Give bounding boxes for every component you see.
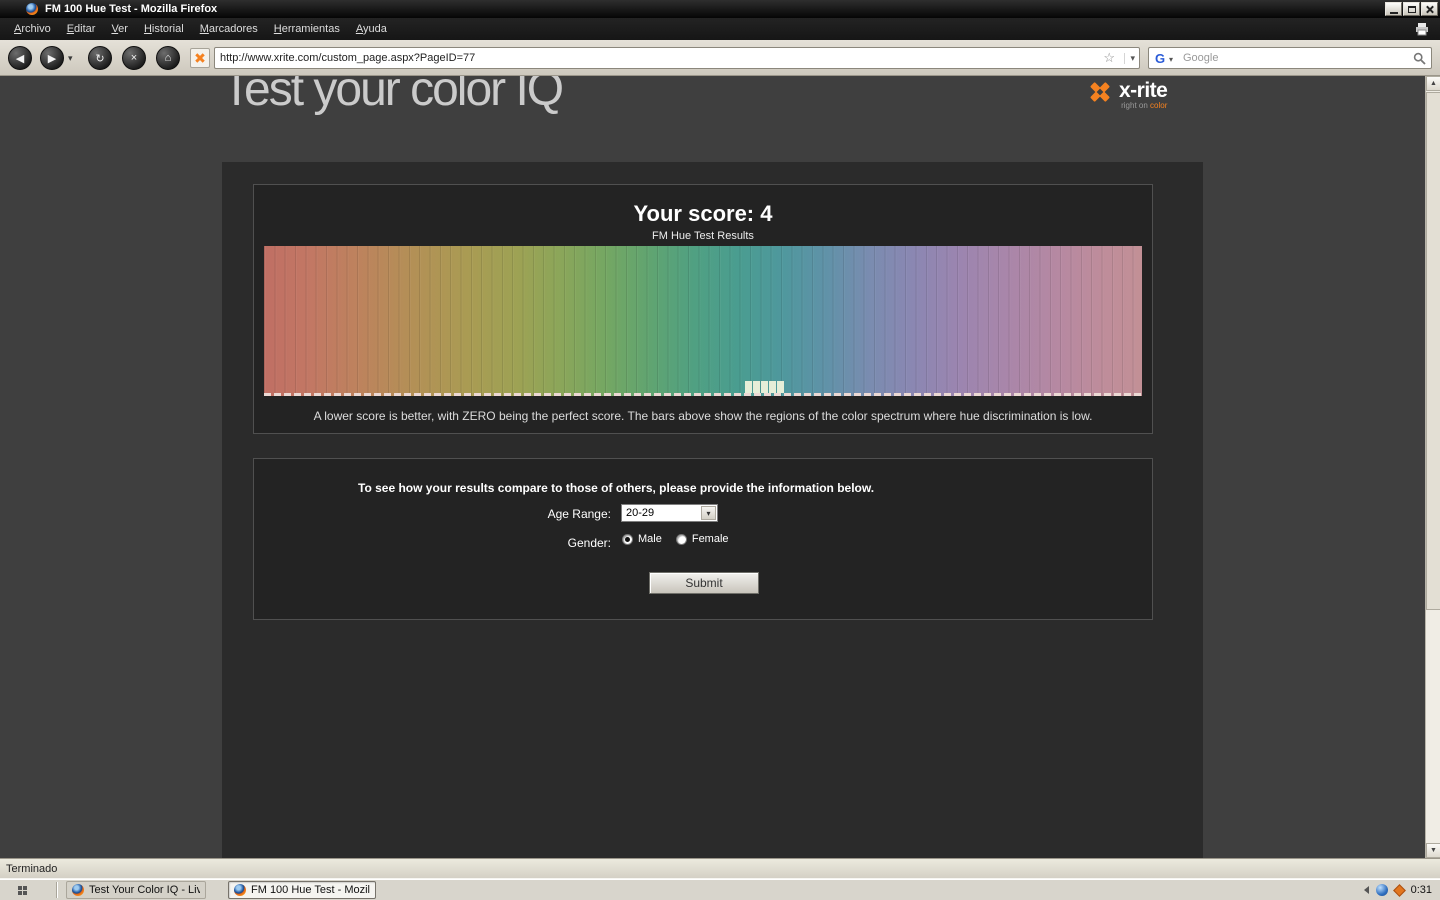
error-bar bbox=[745, 381, 753, 393]
spectrum-cap-strips bbox=[264, 246, 1142, 396]
task-button-0[interactable]: Test Your Color IQ - Live ... bbox=[66, 881, 206, 899]
site-favicon bbox=[195, 53, 205, 63]
taskbar-separator bbox=[56, 882, 57, 898]
forward-history-caret[interactable]: ▾ bbox=[68, 53, 73, 64]
gender-label: Gender: bbox=[567, 536, 611, 550]
scroll-up-button[interactable]: ▲ bbox=[1426, 76, 1440, 91]
xrite-logo-text: x-rite right on color bbox=[1119, 78, 1168, 110]
stop-button[interactable]: × bbox=[122, 46, 146, 70]
status-bar: Terminado bbox=[0, 858, 1440, 878]
form-intro-text: To see how your results compare to those… bbox=[358, 481, 875, 495]
window-title: FM 100 Hue Test - Mozilla Firefox bbox=[45, 3, 218, 15]
age-select-caret-icon[interactable]: ▾ bbox=[701, 506, 716, 520]
back-icon: ◀ bbox=[15, 52, 25, 65]
reload-icon: ↻ bbox=[95, 52, 105, 65]
score-heading: Your score: 4 bbox=[633, 201, 773, 226]
female-label: Female bbox=[691, 533, 729, 545]
home-icon: ⌂ bbox=[164, 52, 172, 64]
reload-button[interactable]: ↻ bbox=[88, 46, 112, 70]
xrite-logo-icon bbox=[1087, 79, 1113, 110]
menu-editar[interactable]: Editar bbox=[59, 20, 104, 38]
home-button[interactable]: ⌂ bbox=[156, 46, 180, 70]
window-titlebar: FM 100 Hue Test - Mozilla Firefox bbox=[0, 0, 1440, 18]
xrite-tagline: right on color bbox=[1121, 100, 1168, 110]
minimize-icon bbox=[1389, 11, 1398, 14]
age-range-value: 20-29 bbox=[626, 507, 655, 519]
task-label: Test Your Color IQ - Live ... bbox=[89, 884, 200, 896]
firefox-icon bbox=[72, 884, 84, 896]
url-dropdown-caret[interactable]: ▾ bbox=[1124, 53, 1135, 64]
age-range-label: Age Range: bbox=[547, 507, 611, 521]
forward-button[interactable]: ▶ bbox=[40, 46, 64, 70]
spectrum-baseline-dashes bbox=[264, 393, 1142, 396]
maximize-button[interactable] bbox=[1403, 2, 1420, 16]
taskbar: Test Your Color IQ - Live ... FM 100 Hue… bbox=[0, 878, 1440, 900]
scroll-down-button[interactable]: ▼ bbox=[1426, 843, 1440, 858]
forward-icon: ▶ bbox=[47, 52, 57, 65]
menu-marcadores[interactable]: Marcadores bbox=[192, 20, 266, 38]
browser-viewport: Test your color IQ x-rite right on color bbox=[0, 76, 1440, 858]
radio-male[interactable] bbox=[622, 533, 633, 545]
menu-herramientas[interactable]: Herramientas bbox=[266, 20, 348, 38]
url-bar: ☆ ▾ bbox=[214, 47, 1140, 69]
minimize-button[interactable] bbox=[1385, 2, 1402, 16]
task-button-1[interactable]: FM 100 Hue Test - Mozil... bbox=[228, 881, 376, 899]
bookmark-star-icon[interactable]: ☆ bbox=[1103, 50, 1115, 66]
vertical-scrollbar: ▲ ▼ bbox=[1425, 76, 1440, 858]
desktop-screen: FM 100 Hue Test - Mozilla Firefox Archiv… bbox=[0, 0, 1440, 900]
window-controls bbox=[1385, 2, 1438, 16]
quick-launch-icon[interactable] bbox=[18, 886, 28, 895]
back-button[interactable]: ◀ bbox=[8, 46, 32, 70]
firefox-icon bbox=[26, 3, 38, 15]
score-subtitle: FM Hue Test Results bbox=[652, 230, 754, 242]
male-label: Male bbox=[638, 533, 662, 545]
search-engine-caret[interactable]: ▾ bbox=[1169, 55, 1173, 64]
demographics-panel: To see how your results compare to those… bbox=[253, 458, 1153, 620]
tray-expand-icon[interactable] bbox=[1363, 886, 1369, 894]
status-text: Terminado bbox=[6, 862, 58, 875]
url-input[interactable] bbox=[220, 49, 1090, 67]
score-panel: Your score: 4 FM Hue Test Results A lowe… bbox=[253, 184, 1153, 434]
search-icon[interactable] bbox=[1413, 52, 1426, 70]
spectrum-bar bbox=[264, 246, 1142, 396]
content-column: Your score: 4 FM Hue Test Results A lowe… bbox=[222, 162, 1203, 858]
stop-icon: × bbox=[130, 52, 138, 64]
maximize-icon bbox=[1407, 5, 1416, 13]
submit-button[interactable]: Submit bbox=[649, 572, 759, 594]
site-identity-icon[interactable] bbox=[190, 48, 210, 68]
page-title: Test your color IQ bbox=[222, 76, 564, 116]
tray-icon-blue-orb[interactable] bbox=[1375, 884, 1388, 896]
navigation-toolbar: ◀ ▶ ▾ ↻ × ⌂ ☆ ▾ G ▾ bbox=[0, 40, 1440, 76]
age-range-select[interactable]: 20-29 ▾ bbox=[621, 504, 718, 522]
xrite-brand: x-rite bbox=[1119, 78, 1168, 102]
clock: 0:31 bbox=[1410, 884, 1432, 896]
xrite-logo[interactable]: x-rite right on color bbox=[1087, 78, 1168, 110]
menu-ver[interactable]: Ver bbox=[103, 20, 136, 38]
error-bar bbox=[776, 381, 784, 393]
menu-archivo[interactable]: Archivo bbox=[6, 20, 59, 38]
scrollbar-thumb[interactable] bbox=[1426, 92, 1440, 610]
system-tray: 0:31 bbox=[1363, 879, 1440, 900]
menu-historial[interactable]: Historial bbox=[136, 20, 192, 38]
task-label: FM 100 Hue Test - Mozil... bbox=[251, 884, 370, 896]
radio-female[interactable] bbox=[675, 533, 687, 545]
menu-bar: Archivo Editar Ver Historial Marcadores … bbox=[0, 18, 1440, 40]
error-bar bbox=[753, 381, 761, 393]
close-button[interactable] bbox=[1421, 2, 1438, 16]
gender-options: Male Female bbox=[622, 533, 743, 545]
error-bar bbox=[760, 381, 768, 393]
close-icon bbox=[1425, 5, 1434, 14]
search-input[interactable] bbox=[1183, 49, 1403, 67]
score-caption: A lower score is better, with ZERO being… bbox=[313, 409, 1093, 423]
google-logo-icon[interactable]: G bbox=[1155, 51, 1165, 66]
firefox-icon bbox=[234, 884, 246, 896]
menu-ayuda[interactable]: Ayuda bbox=[348, 20, 395, 38]
error-bar bbox=[768, 381, 776, 393]
tray-icon-orange-diamond[interactable] bbox=[1392, 883, 1406, 897]
print-icon[interactable] bbox=[1414, 22, 1430, 41]
search-bar: G ▾ bbox=[1148, 47, 1432, 69]
